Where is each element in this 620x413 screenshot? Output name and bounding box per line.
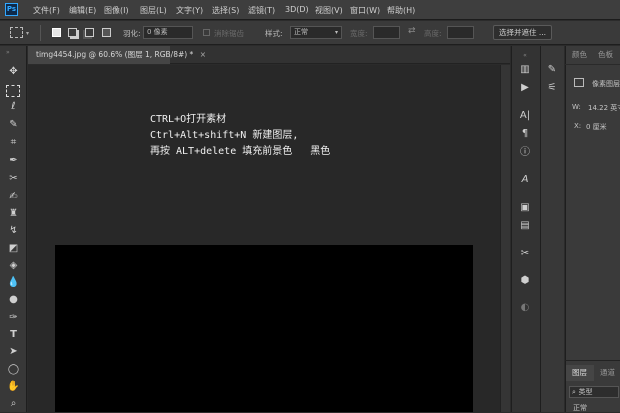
menu-layer[interactable]: 图层(L): [140, 5, 167, 16]
timeline-icon[interactable]: ◐: [516, 300, 534, 316]
chevron-down-icon[interactable]: ▾: [26, 30, 29, 37]
instruction-line-1: CTRL+O打开素材: [150, 114, 227, 125]
healing-brush-tool-icon[interactable]: ✂: [5, 171, 22, 187]
rectangular-marquee-tool-icon[interactable]: [6, 85, 20, 97]
height-input[interactable]: [447, 26, 474, 39]
menu-filter[interactable]: 滤镜(T): [248, 5, 275, 16]
actions-play-icon[interactable]: ▶: [516, 80, 534, 96]
add-selection-icon[interactable]: [68, 28, 77, 37]
layer-filter-select[interactable]: ⌕ 类型: [569, 386, 619, 398]
crop-tool-icon[interactable]: ⌗: [5, 135, 22, 151]
tab-layers[interactable]: 图层: [566, 365, 594, 381]
menu-view[interactable]: 视图(V): [315, 5, 343, 16]
tab-swatches[interactable]: 色板: [598, 47, 613, 63]
glyphs-icon[interactable]: A: [516, 172, 534, 188]
menu-select[interactable]: 选择(S): [212, 5, 239, 16]
3d-icon[interactable]: ⬢: [516, 273, 534, 289]
zoom-tool-icon[interactable]: ⌕: [5, 396, 22, 412]
photoshop-logo: Ps: [5, 3, 18, 16]
menu-file[interactable]: 文件(F): [33, 5, 60, 16]
instruction-line-3: 再按 ALT+delete 填充前景色 黑色: [150, 146, 331, 157]
pixel-layer-label: 像素图层: [592, 80, 620, 88]
brush-settings-icon[interactable]: ✎: [543, 62, 561, 78]
menu-help[interactable]: 帮助(H): [387, 5, 415, 16]
tab-channels[interactable]: 通道: [600, 365, 615, 381]
pen-tool-icon[interactable]: ✑: [5, 310, 22, 326]
blur-tool-icon[interactable]: 💧: [5, 275, 22, 291]
pixel-layer-icon: [574, 78, 584, 87]
tab-color[interactable]: 颜色: [572, 47, 587, 63]
divider: [565, 360, 620, 361]
ellipse-tool-icon[interactable]: ◯: [5, 362, 22, 378]
menu-edit[interactable]: 编辑(E): [69, 5, 96, 16]
properties-icon[interactable]: ▣: [516, 200, 534, 216]
clone-stamp-tool-icon[interactable]: ♜: [5, 206, 22, 222]
collapse-arrows-icon[interactable]: »: [6, 49, 10, 56]
height-label: 高度:: [424, 29, 442, 38]
feather-label: 羽化:: [123, 29, 141, 38]
search-icon: ⌕: [572, 388, 576, 396]
new-selection-icon[interactable]: [52, 28, 61, 37]
path-selection-tool-icon[interactable]: ➤: [5, 344, 22, 360]
document-tab-title: timg4454.jpg @ 60.6% (图层 1, RGB/8#) *: [36, 50, 194, 59]
style-select[interactable]: 正常 ▾: [290, 26, 342, 39]
menu-type[interactable]: 文字(Y): [176, 5, 203, 16]
antialias-checkbox[interactable]: [203, 29, 210, 36]
adjustment-sliders-icon[interactable]: ⚟: [543, 80, 561, 96]
type-tool-icon[interactable]: T: [5, 327, 22, 343]
lasso-tool-icon[interactable]: ℓ: [5, 99, 22, 115]
history-brush-tool-icon[interactable]: ↯: [5, 223, 22, 239]
select-and-mask-button[interactable]: 选择并遮住 ...: [493, 25, 553, 40]
subtract-selection-icon[interactable]: [85, 28, 94, 37]
character-icon[interactable]: A|: [516, 108, 534, 124]
brush-tool-icon[interactable]: ✍: [5, 189, 22, 205]
chevron-down-icon: ▾: [334, 29, 338, 36]
marquee-tool-preset-icon[interactable]: [10, 27, 23, 38]
x-value[interactable]: 0 厘米: [586, 122, 607, 132]
panel-icon-column-2: [540, 46, 564, 412]
layer-filter-kind: 类型: [578, 388, 593, 396]
color-properties-panel: [565, 46, 620, 412]
black-layer-canvas[interactable]: [55, 245, 473, 412]
eraser-tool-icon[interactable]: ◩: [5, 241, 22, 257]
history-icon[interactable]: ▥: [516, 62, 534, 78]
swap-dimensions-icon[interactable]: ⇄: [408, 26, 416, 36]
paint-bucket-tool-icon[interactable]: ◈: [5, 258, 22, 274]
divider: [40, 25, 41, 41]
paragraph-icon[interactable]: ¶: [516, 126, 534, 142]
divider: [565, 64, 620, 65]
instruction-line-2: Ctrl+Alt+shift+N 新建图层,: [150, 130, 299, 141]
menu-image[interactable]: 图像(I): [104, 5, 129, 16]
width-label: 宽度:: [350, 29, 368, 38]
menu-3d[interactable]: 3D(D): [285, 5, 309, 14]
x-label: X:: [574, 122, 582, 130]
width-input[interactable]: [373, 26, 400, 39]
quick-selection-tool-icon[interactable]: ✎: [5, 117, 22, 133]
eyedropper-tool-icon[interactable]: ✒: [5, 153, 22, 169]
intersect-selection-icon[interactable]: [102, 28, 111, 37]
antialias-label: 消除锯齿: [214, 29, 244, 38]
hand-tool-icon[interactable]: ✋: [5, 379, 22, 395]
dodge-tool-icon[interactable]: ●: [5, 292, 22, 308]
style-label: 样式:: [265, 29, 283, 38]
vertical-scrollbar[interactable]: [500, 65, 510, 412]
w-value[interactable]: 14.22 英寸: [588, 103, 620, 113]
close-icon[interactable]: ×: [200, 50, 206, 59]
menu-window[interactable]: 窗口(W): [350, 5, 380, 16]
tool-presets-icon[interactable]: ✂: [516, 246, 534, 262]
document-tab[interactable]: timg4454.jpg @ 60.6% (图层 1, RGB/8#) * ×: [28, 46, 206, 64]
notes-icon[interactable]: ▤: [516, 218, 534, 234]
feather-input[interactable]: 0 像素: [143, 26, 193, 39]
move-tool-icon[interactable]: ✥: [5, 64, 22, 80]
style-select-value: 正常: [294, 28, 308, 36]
info-icon[interactable]: ⓘ: [516, 145, 534, 161]
w-label: W:: [572, 103, 581, 111]
